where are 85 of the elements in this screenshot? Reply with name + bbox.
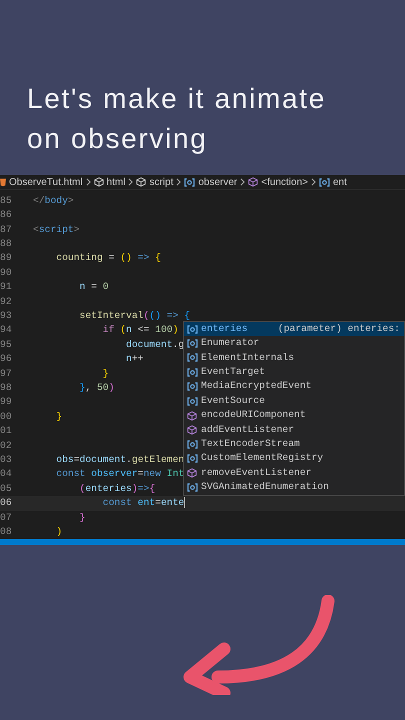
code-line: } xyxy=(78,510,86,525)
suggestion-item[interactable]: Enumerator xyxy=(184,336,404,351)
suggestion-item[interactable]: encodeURIComponent xyxy=(184,408,404,423)
cube-icon xyxy=(187,424,198,435)
variable-icon xyxy=(318,178,330,186)
code-line: const ent=ente xyxy=(102,496,186,510)
cube-icon xyxy=(187,468,198,478)
line-number: 02 xyxy=(0,438,13,453)
suggestion-item[interactable]: MediaEncryptedEvent xyxy=(184,380,404,394)
code-line: n = 0 xyxy=(78,280,109,294)
code-line: ) xyxy=(55,524,62,539)
chevron-icon xyxy=(176,178,182,186)
video-title: Let's make it animate on observing xyxy=(27,82,327,156)
suggestion-item[interactable]: addEventListener xyxy=(184,422,404,438)
line-number: 96 xyxy=(0,352,13,366)
chevron-icon xyxy=(86,178,91,186)
suggestion-item[interactable]: removeEventListener xyxy=(184,466,404,480)
cube-icon xyxy=(136,177,146,187)
suggestion-item[interactable]: enteries (parameter) enteries: xyxy=(184,322,404,336)
code-line: } xyxy=(55,410,62,424)
code-line: <script> xyxy=(33,222,80,237)
line-number: 08 xyxy=(0,524,13,539)
breadcrumb-item[interactable]: <function> xyxy=(261,175,308,190)
line-number: 90 xyxy=(0,266,13,280)
cube-icon xyxy=(187,410,198,421)
line-number: 98 xyxy=(0,381,13,395)
suggestion-item[interactable]: EventSource xyxy=(184,394,404,408)
line-number: 94 xyxy=(0,323,13,338)
suggestion-item[interactable]: TextEncoderStream xyxy=(184,437,404,452)
chevron-icon xyxy=(240,178,246,186)
cube-icon xyxy=(248,177,258,187)
code-line: obs=document.getElemen xyxy=(55,452,184,467)
line-number: 91 xyxy=(0,280,13,294)
variable-icon xyxy=(187,339,198,348)
suggestion-item[interactable]: EventTarget xyxy=(184,365,404,380)
breadcrumb-item[interactable]: html xyxy=(106,175,126,190)
variable-icon xyxy=(184,178,196,186)
suggestion-item[interactable]: SVGAnimatedEnumeration xyxy=(184,480,404,495)
variable-icon xyxy=(187,440,198,449)
text-cursor xyxy=(184,497,186,508)
line-number: 04 xyxy=(0,467,13,482)
line-number: 99 xyxy=(0,395,13,410)
chevron-icon xyxy=(310,178,316,186)
line-number: 89 xyxy=(0,251,13,266)
line-number: 00 xyxy=(0,410,13,424)
suggestion-item[interactable]: ElementInternals xyxy=(184,350,404,366)
cube-icon xyxy=(94,177,104,187)
line-number: 95 xyxy=(0,338,13,352)
suggestion-detail: (parameter) enteries: xyxy=(276,322,401,336)
line-number: 05 xyxy=(0,482,13,496)
variable-icon xyxy=(187,382,198,392)
html-file-icon xyxy=(0,178,6,186)
suggestion-item[interactable]: CustomElementRegistry xyxy=(184,452,404,466)
code-line: n++ xyxy=(125,352,144,366)
line-number: 01 xyxy=(0,424,13,438)
variable-icon xyxy=(187,368,198,377)
line-number: 03 xyxy=(0,452,13,467)
code-line: (enteries)=>{ xyxy=(78,482,156,496)
code-line: counting = () => { xyxy=(55,251,161,266)
code-line: if (n <= 100) xyxy=(102,323,178,338)
code-line: } xyxy=(102,366,109,381)
line-number: 07 xyxy=(0,510,13,525)
code-line: }, 50) xyxy=(78,381,114,395)
line-number: 93 xyxy=(0,309,13,324)
chevron-icon xyxy=(128,178,134,186)
line-number: 06 xyxy=(0,496,13,510)
variable-icon xyxy=(187,324,198,334)
breadcrumb-item[interactable]: ent xyxy=(332,175,347,190)
variable-icon xyxy=(187,482,198,492)
code-line: </body> xyxy=(33,194,74,208)
code-line: setInterval(() => { xyxy=(78,309,190,324)
code-line: const observer=new Int xyxy=(55,467,184,482)
line-number: 88 xyxy=(0,237,13,252)
breadcrumb-item[interactable]: ObserveTut.html xyxy=(9,175,83,190)
line-number: 87 xyxy=(0,222,13,237)
breadcrumb-item[interactable]: observer xyxy=(198,175,238,190)
line-number: 85 xyxy=(0,194,13,208)
variable-icon xyxy=(187,454,198,464)
line-number: 86 xyxy=(0,208,13,222)
suggestion-label: enteries xyxy=(201,322,248,336)
line-number: 97 xyxy=(0,366,13,381)
variable-icon xyxy=(187,353,198,362)
breadcrumb-item[interactable]: script xyxy=(149,175,174,190)
line-number: 92 xyxy=(0,294,13,309)
variable-icon xyxy=(187,396,198,406)
